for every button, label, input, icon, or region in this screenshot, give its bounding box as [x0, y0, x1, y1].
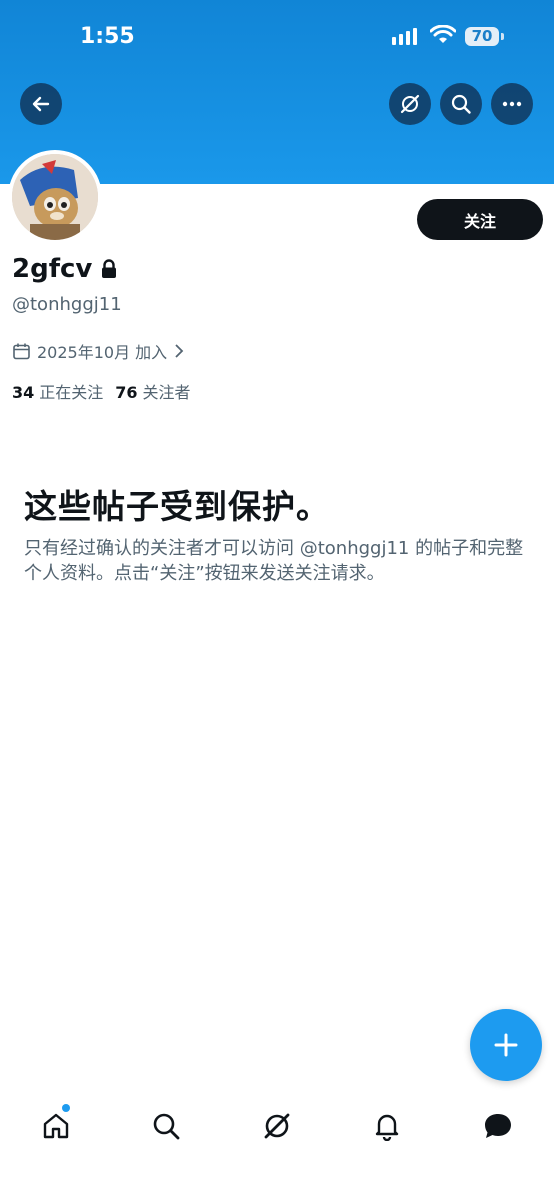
battery-level: 70 — [465, 27, 499, 46]
search-button[interactable] — [440, 83, 482, 125]
following-count: 34 — [12, 383, 35, 402]
grok-icon — [400, 94, 420, 114]
calendar-icon — [13, 343, 30, 359]
lock-icon — [102, 259, 117, 278]
search-icon — [153, 1113, 180, 1140]
wifi-icon — [430, 25, 456, 43]
following-link[interactable]: 34 正在关注 — [12, 379, 103, 403]
bottom-tab-bar — [0, 1090, 554, 1160]
notifications-icon — [375, 1114, 399, 1141]
followers-label: 关注者 — [142, 383, 191, 402]
joined-text: 2025年10月 加入 — [37, 343, 168, 362]
more-button[interactable] — [491, 83, 533, 125]
protected-title: 这些帖子受到保护。 — [24, 487, 330, 526]
following-label: 正在关注 — [39, 383, 104, 402]
followers-count: 76 — [115, 383, 138, 402]
status-bar: 1:55 70 — [0, 0, 554, 76]
tab-search[interactable] — [146, 1106, 186, 1146]
compose-button[interactable] — [470, 1009, 542, 1081]
plus-icon — [494, 1033, 518, 1057]
battery-icon — [501, 33, 504, 40]
grok-icon — [264, 1113, 290, 1139]
profile-handle: @tonhggj11 — [12, 294, 122, 315]
chevron-right-icon — [175, 344, 184, 358]
follow-button[interactable]: 关注 — [417, 199, 543, 240]
avatar[interactable] — [8, 150, 102, 244]
tab-home[interactable] — [36, 1106, 76, 1146]
back-button[interactable] — [20, 83, 62, 125]
followers-link[interactable]: 76 关注者 — [115, 379, 190, 403]
home-notification-dot — [62, 1104, 70, 1112]
tab-notifications[interactable] — [367, 1106, 407, 1146]
grok-button[interactable] — [389, 83, 431, 125]
home-icon — [43, 1113, 69, 1139]
joined-date[interactable]: 2025年10月 加入 — [12, 339, 185, 363]
display-name-row: 2gfcv — [12, 254, 118, 284]
messages-icon — [485, 1114, 511, 1138]
follow-stats: 34 正在关注 76 关注者 — [12, 379, 191, 403]
protected-description: 只有经过确认的关注者才可以访问 @tonhggj11 的帖子和完整个人资料。点击… — [24, 538, 524, 584]
display-name: 2gfcv — [12, 254, 93, 284]
avatar-image — [12, 154, 98, 240]
search-icon — [451, 94, 471, 114]
tab-grok[interactable] — [257, 1106, 297, 1146]
status-time: 1:55 — [80, 24, 135, 49]
tab-messages[interactable] — [478, 1106, 518, 1146]
back-arrow-icon — [32, 96, 50, 112]
more-icon — [502, 101, 522, 107]
cellular-signal-icon — [392, 28, 417, 45]
